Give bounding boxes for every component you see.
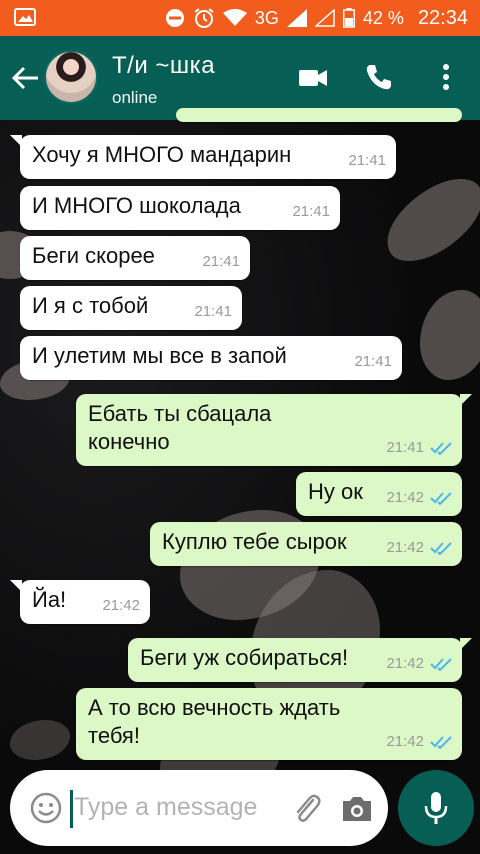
double-check-icon: [430, 442, 452, 455]
message-text: Ну ок: [308, 479, 363, 504]
image-notification-icon: [14, 8, 36, 26]
message-text: Куплю тебе сырок: [162, 529, 347, 554]
message-bubble-outgoing[interactable]: Куплю тебе сырок 21:42: [150, 522, 462, 566]
phone-icon[interactable]: [364, 62, 394, 92]
message-text: Хочу я МНОГО мандарин: [32, 142, 292, 167]
message-bubble-incoming[interactable]: И улетим мы все в запой 21:41: [20, 336, 402, 380]
do-not-disturb-icon: [165, 9, 184, 27]
arrow-left-icon[interactable]: [10, 64, 40, 92]
message-text: И МНОГО шоколада: [32, 193, 241, 218]
message-bubble-outgoing[interactable]: Беги уж собираться! 21:42: [128, 638, 472, 682]
text-caret: [70, 790, 73, 828]
message-time: 21:42: [386, 655, 424, 672]
battery-icon: [342, 8, 355, 28]
network-type: 3G: [254, 7, 279, 28]
paperclip-icon[interactable]: [290, 792, 324, 826]
message-bubble-outgoing[interactable]: Ебать ты сбацала конечно 21:41: [76, 394, 472, 466]
message-bubble-incoming[interactable]: Йа! 21:42: [10, 580, 150, 624]
signal-empty-icon: [314, 9, 335, 27]
message-input[interactable]: Type a message: [74, 793, 257, 822]
message-text: Йа!: [32, 587, 67, 612]
clock: 22:34: [417, 6, 468, 29]
wifi-icon: [222, 9, 247, 26]
avatar[interactable]: [44, 50, 98, 104]
message-text: Беги уж собираться!: [140, 645, 349, 670]
message-time: 21:42: [102, 597, 140, 614]
message-time: 21:41: [194, 303, 232, 320]
double-check-icon: [430, 492, 452, 505]
mic-icon: [424, 792, 448, 824]
message-input-bar[interactable]: Type a message: [10, 770, 388, 846]
battery-percent: 42 %: [362, 7, 404, 28]
voice-record-button[interactable]: [398, 770, 474, 846]
message-bubble-incoming[interactable]: И МНОГО шоколада 21:41: [20, 186, 340, 230]
message-time: 21:42: [386, 733, 424, 750]
message-time: 21:41: [386, 439, 424, 456]
message-bubble-incoming[interactable]: Хочу я МНОГО мандарин 21:41: [10, 135, 396, 179]
camera-icon[interactable]: [340, 794, 374, 824]
contact-status: online: [112, 88, 158, 107]
more-vert-icon[interactable]: [436, 62, 456, 92]
message-text: И я с тобой: [32, 293, 149, 318]
message-text-line: Ебать ты сбацала: [88, 401, 272, 426]
status-bar: 3G 42 % 22:34: [0, 0, 480, 36]
message-text: И улетим мы все в запой: [32, 343, 287, 368]
message-time: 21:42: [386, 489, 424, 506]
video-call-icon[interactable]: [298, 62, 328, 92]
message-bubble-incoming[interactable]: Беги скорее 21:41: [20, 236, 250, 280]
contact-name[interactable]: Т/и ~шка: [112, 52, 215, 80]
message-time: 21:41: [202, 253, 240, 270]
double-check-icon: [430, 542, 452, 555]
message-text: Беги скорее: [32, 243, 155, 268]
message-time: 21:42: [386, 539, 424, 556]
double-check-icon: [430, 658, 452, 671]
message-bubble-incoming[interactable]: И я с тобой 21:41: [20, 286, 242, 330]
message-time: 21:41: [348, 152, 386, 169]
alarm-icon: [194, 8, 214, 28]
double-check-icon: [430, 736, 452, 749]
signal-icon: [286, 9, 307, 27]
message-bubble-partial: [176, 108, 462, 122]
message-text-line: конечно: [88, 429, 170, 454]
message-text-line: А то всю вечность ждать: [88, 695, 341, 720]
emoji-icon[interactable]: [30, 792, 62, 824]
message-bubble-outgoing[interactable]: А то всю вечность ждать тебя! 21:42: [76, 688, 462, 760]
message-time: 21:41: [354, 353, 392, 370]
message-bubble-outgoing[interactable]: Ну ок 21:42: [296, 472, 462, 516]
message-time: 21:41: [292, 203, 330, 220]
message-text-line: тебя!: [88, 723, 140, 748]
